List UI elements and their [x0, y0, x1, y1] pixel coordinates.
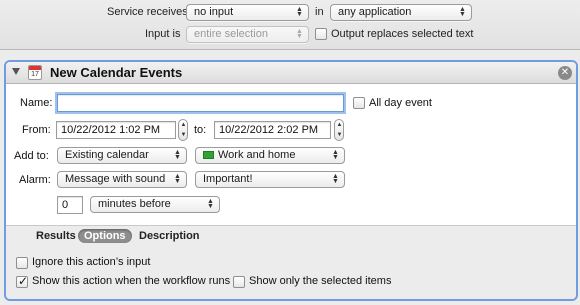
options-pane: Ignore this action’s input ✓ Show this a… — [6, 247, 576, 299]
from-datetime-field[interactable]: 10/22/2012 1:02 PM — [56, 121, 176, 139]
from-label: From: — [22, 124, 51, 136]
to-label: to: — [194, 124, 207, 136]
calendar-value: Work and home — [218, 149, 296, 161]
add-to-popup[interactable]: Existing calendar ▲ ▼ — [57, 147, 187, 164]
alarm-sound-value: Important! — [203, 173, 253, 185]
new-calendar-events-action: 17 New Calendar Events ✕ Name: All day e… — [4, 60, 578, 301]
alarm-type-popup[interactable]: Message with sound ▲ ▼ — [57, 171, 187, 188]
close-icon[interactable]: ✕ — [558, 66, 572, 80]
show-selected-checkbox[interactable] — [233, 276, 245, 288]
application-value: any application — [338, 6, 412, 18]
alarm-offset-field[interactable]: 0 — [57, 196, 83, 214]
calendar-popup[interactable]: Work and home ▲ ▼ — [195, 147, 345, 164]
tab-results[interactable]: Results — [30, 229, 82, 243]
application-popup[interactable]: any application ▲ ▼ — [330, 4, 472, 21]
service-receives-label: Service receives — [107, 6, 188, 18]
popup-arrows-icon: ▲ ▼ — [296, 6, 303, 18]
output-replaces-checkbox[interactable] — [315, 28, 327, 40]
service-receives-popup[interactable]: no input ▲ ▼ — [186, 4, 309, 21]
in-label: in — [315, 6, 324, 18]
popup-arrows-icon: ▲ ▼ — [296, 28, 303, 40]
popup-arrows-icon: ▲ ▼ — [332, 173, 339, 185]
add-to-label: Add to: — [14, 150, 49, 162]
name-field[interactable] — [57, 94, 344, 112]
popup-arrows-icon: ▲ ▼ — [332, 149, 339, 161]
name-label: Name: — [20, 97, 53, 109]
action-title: New Calendar Events — [50, 65, 183, 80]
service-settings-bar: Service receives no input ▲ ▼ in any appl… — [0, 0, 580, 50]
action-header[interactable]: 17 New Calendar Events ✕ — [6, 62, 576, 84]
ignore-input-label: Ignore this action’s input — [32, 256, 151, 268]
alarm-unit-value: minutes before — [98, 198, 171, 210]
alarm-sound-popup[interactable]: Important! ▲ ▼ — [195, 171, 345, 188]
action-tabs: Results Options Description — [6, 225, 576, 247]
service-receives-value: no input — [194, 6, 234, 18]
popup-arrows-icon: ▲ ▼ — [459, 6, 466, 18]
popup-arrows-icon: ▲ ▼ — [174, 173, 181, 185]
checkmark-icon: ✓ — [18, 274, 29, 288]
disclosure-triangle-icon[interactable] — [12, 68, 20, 75]
stepper-down-icon[interactable]: ▼ — [180, 132, 187, 138]
tab-description[interactable]: Description — [133, 229, 206, 243]
alarm-unit-popup[interactable]: minutes before ▲ ▼ — [90, 196, 220, 213]
calendar-color-swatch — [203, 151, 214, 159]
input-is-popup: entire selection ▲ ▼ — [186, 26, 309, 43]
from-stepper[interactable]: ▲ ▼ — [178, 119, 188, 141]
add-to-value: Existing calendar — [65, 149, 149, 161]
input-is-label: Input is — [145, 28, 181, 40]
to-stepper[interactable]: ▲ ▼ — [334, 119, 344, 141]
ignore-input-checkbox[interactable] — [16, 257, 28, 269]
show-selected-label: Show only the selected items — [249, 275, 392, 287]
stepper-down-icon[interactable]: ▼ — [336, 132, 343, 138]
stepper-up-icon[interactable]: ▲ — [336, 122, 343, 128]
all-day-checkbox[interactable] — [353, 97, 365, 109]
popup-arrows-icon: ▲ ▼ — [174, 149, 181, 161]
popup-arrows-icon: ▲ ▼ — [207, 198, 214, 210]
tab-options[interactable]: Options — [78, 229, 132, 243]
output-replaces-label: Output replaces selected text — [331, 28, 474, 40]
calendar-icon: 17 — [28, 65, 42, 80]
all-day-label: All day event — [369, 97, 432, 109]
show-when-runs-label: Show this action when the workflow runs — [32, 275, 231, 287]
stepper-up-icon[interactable]: ▲ — [180, 122, 187, 128]
to-datetime-field[interactable]: 10/22/2012 2:02 PM — [214, 121, 331, 139]
input-is-value: entire selection — [194, 28, 268, 40]
show-when-runs-checkbox[interactable]: ✓ — [16, 274, 29, 288]
alarm-label: Alarm: — [19, 174, 51, 186]
alarm-type-value: Message with sound — [65, 173, 166, 185]
